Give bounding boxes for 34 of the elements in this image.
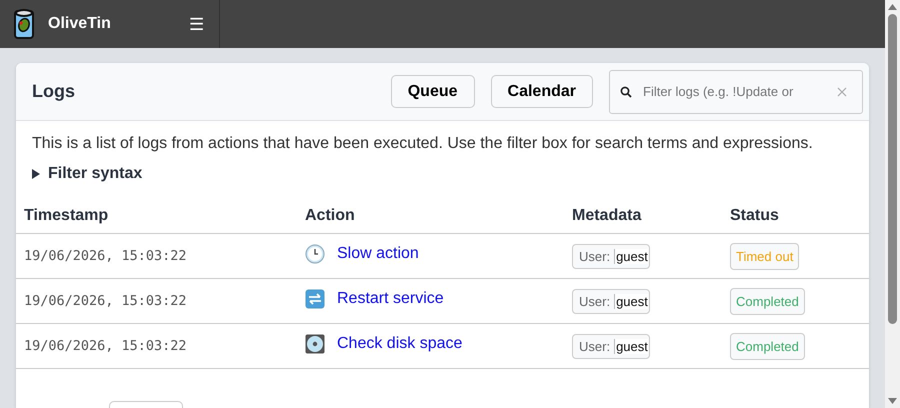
status-badge: Completed: [730, 332, 805, 360]
arrows-icon: [305, 288, 325, 308]
search-icon: [620, 86, 632, 98]
timestamp-cell: 19/06/2026, 15:03:22: [16, 324, 297, 368]
scrollbar-thumb[interactable]: [888, 14, 897, 324]
timestamp-cell: 19/06/2026, 15:03:22: [16, 234, 297, 278]
filter-syntax-toggle[interactable]: Filter syntax: [32, 161, 142, 187]
status-badge: Completed: [730, 288, 805, 314]
column-header: Metadata: [564, 199, 722, 234]
metadata-value: guest: [615, 248, 648, 264]
status-badge: Timed out: [730, 242, 800, 270]
tin-can-icon: [13, 8, 35, 40]
column-header: Timestamp: [16, 199, 297, 234]
metadata-value: guest: [615, 294, 648, 308]
view-button[interactable]: Queue: [390, 75, 475, 108]
menu-button[interactable]: ☰: [174, 0, 220, 48]
clear-icon[interactable]: [837, 86, 847, 96]
disc-icon: [305, 334, 325, 354]
column-header: Action: [297, 199, 564, 234]
description-text: This is a list of logs from actions that have been executed. Use the filter box for search terms and expressions.: [32, 135, 814, 153]
column-header: Status: [722, 199, 869, 234]
clock-icon: [305, 244, 325, 264]
view-button[interactable]: Calendar: [490, 75, 593, 108]
action-link[interactable]: Slow action: [337, 244, 419, 262]
scroll-up-icon[interactable]: [888, 4, 897, 10]
scroll-down-icon[interactable]: [888, 398, 897, 404]
action-link[interactable]: Check disk space: [337, 334, 462, 352]
app-title: OliveTin: [48, 15, 111, 33]
timestamp-cell: 19/06/2026, 15:03:22: [16, 278, 297, 324]
action-link[interactable]: Restart service: [337, 290, 444, 308]
filter-field[interactable]: Filter logs (e.g. !Update or: [609, 70, 863, 114]
card-title: Logs: [32, 81, 75, 102]
metadata-value: guest: [615, 338, 648, 354]
scrollbar[interactable]: [885, 0, 900, 408]
